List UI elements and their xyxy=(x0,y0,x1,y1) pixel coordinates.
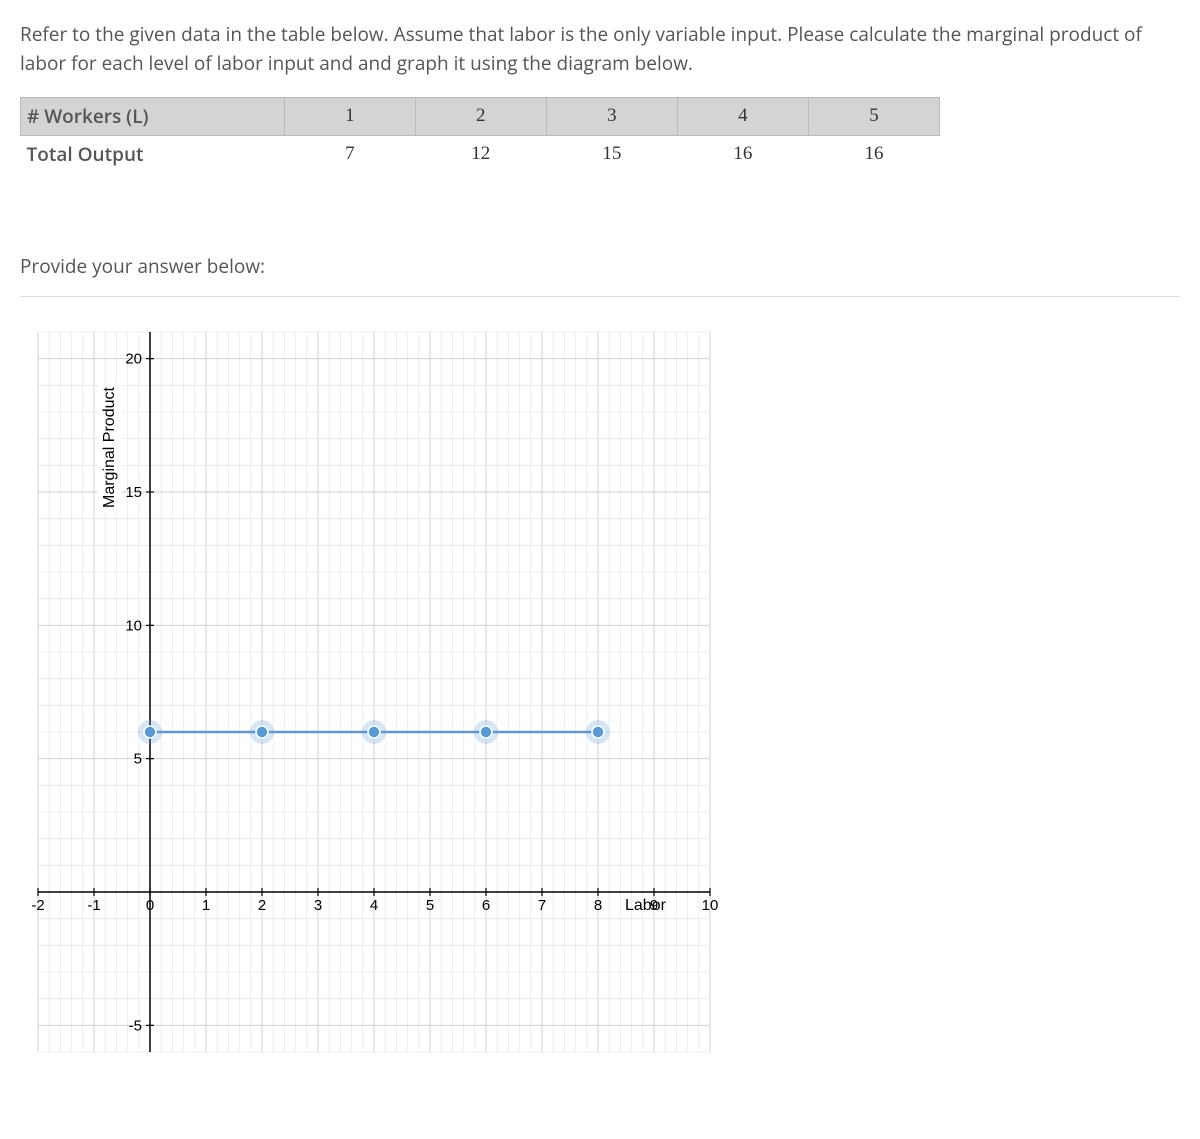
worker-col-1: 1 xyxy=(284,98,415,136)
svg-text:15: 15 xyxy=(125,484,142,501)
svg-text:0: 0 xyxy=(146,897,154,914)
grid xyxy=(38,332,710,1052)
svg-text:4: 4 xyxy=(370,897,378,914)
svg-text:6: 6 xyxy=(482,897,490,914)
chart-svg[interactable]: -2-1012345678910-55101520 xyxy=(20,322,720,1062)
svg-text:2: 2 xyxy=(258,897,266,914)
svg-text:3: 3 xyxy=(314,897,322,914)
worker-col-5: 5 xyxy=(808,98,939,136)
y-axis-label: Marginal Product xyxy=(98,383,122,512)
svg-text:5: 5 xyxy=(426,897,434,914)
divider xyxy=(20,296,1180,297)
svg-text:20: 20 xyxy=(125,350,142,367)
svg-text:-1: -1 xyxy=(87,897,100,914)
chart-area[interactable]: Marginal Product Labor -2-1012345678910-… xyxy=(20,322,720,1062)
output-col-4: 16 xyxy=(677,135,808,172)
worker-col-2: 2 xyxy=(415,98,546,136)
svg-text:10: 10 xyxy=(125,617,142,634)
table-output-row: Total Output 7 12 15 16 16 xyxy=(21,135,940,172)
output-label: Total Output xyxy=(21,135,285,172)
svg-text:-5: -5 xyxy=(129,1017,142,1034)
data-point[interactable] xyxy=(368,726,380,738)
tick-labels: -2-1012345678910-55101520 xyxy=(31,350,718,1034)
series[interactable] xyxy=(138,720,610,744)
workers-label: # Workers (L) xyxy=(21,98,285,136)
answer-prompt: Provide your answer below: xyxy=(20,252,1180,281)
svg-text:-2: -2 xyxy=(31,897,44,914)
svg-text:1: 1 xyxy=(202,897,210,914)
output-col-1: 7 xyxy=(284,135,415,172)
output-col-2: 12 xyxy=(415,135,546,172)
x-axis-label: Labor xyxy=(625,894,666,918)
worker-col-4: 4 xyxy=(677,98,808,136)
svg-text:7: 7 xyxy=(538,897,546,914)
svg-text:5: 5 xyxy=(134,750,142,767)
data-point[interactable] xyxy=(592,726,604,738)
data-point[interactable] xyxy=(256,726,268,738)
question-text: Refer to the given data in the table bel… xyxy=(20,20,1180,77)
data-point[interactable] xyxy=(144,726,156,738)
data-point[interactable] xyxy=(480,726,492,738)
data-table: # Workers (L) 1 2 3 4 5 Total Output 7 1… xyxy=(20,97,940,172)
output-col-5: 16 xyxy=(808,135,939,172)
svg-text:10: 10 xyxy=(702,897,719,914)
svg-text:8: 8 xyxy=(594,897,602,914)
worker-col-3: 3 xyxy=(546,98,677,136)
output-col-3: 15 xyxy=(546,135,677,172)
table-header-row: # Workers (L) 1 2 3 4 5 xyxy=(21,98,940,136)
